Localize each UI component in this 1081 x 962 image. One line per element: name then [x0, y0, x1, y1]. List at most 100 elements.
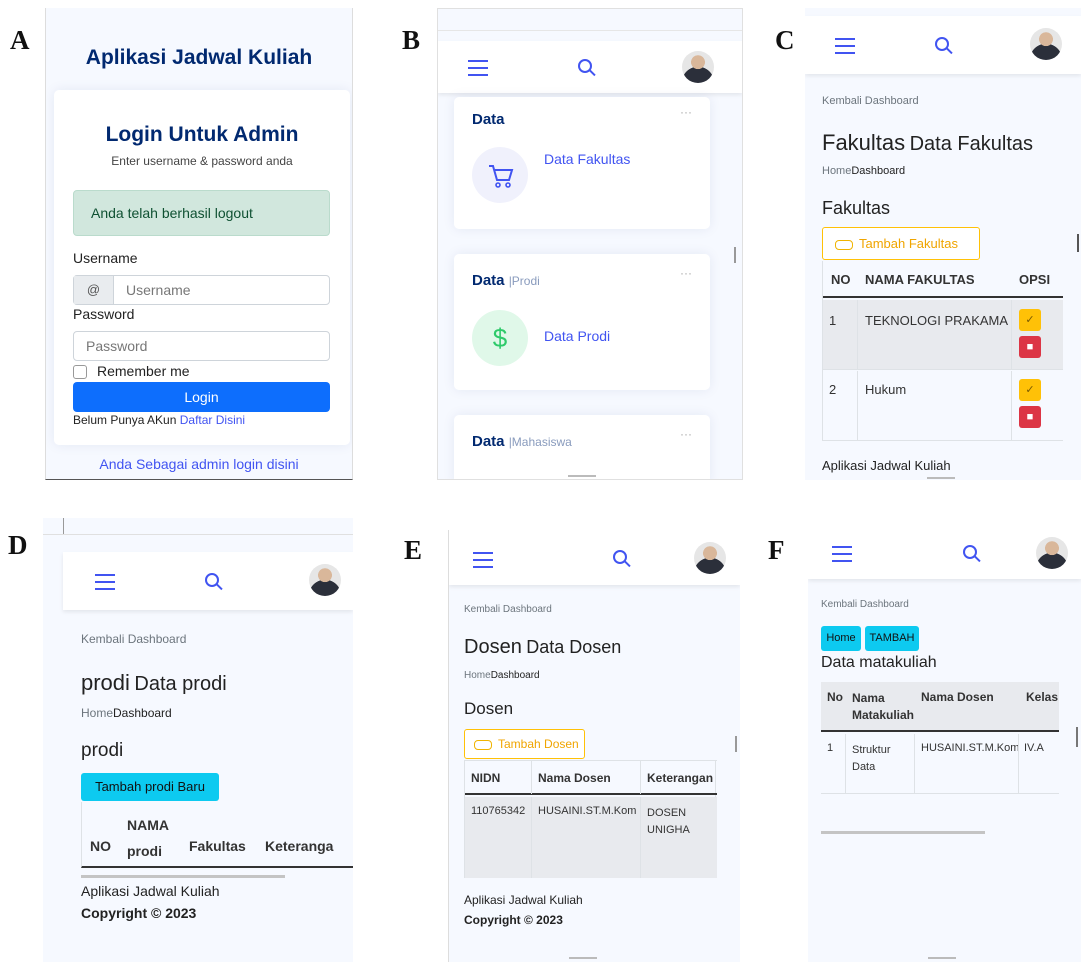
page-title-main: Dosen	[464, 636, 522, 658]
card-subtitle: |Prodi	[508, 274, 540, 288]
col-divider	[857, 300, 858, 370]
bottom-grip[interactable]	[927, 477, 955, 479]
hamburger-menu-icon[interactable]	[832, 546, 852, 562]
col-divider	[845, 734, 846, 794]
horizontal-scrollbar[interactable]	[821, 831, 985, 834]
col-nama-prodi: NAMA prodi	[127, 817, 169, 859]
add-fakultas-button[interactable]: Tambah Fakultas	[822, 227, 980, 260]
delete-icon[interactable]: ■	[1019, 336, 1041, 358]
hamburger-menu-icon[interactable]	[468, 60, 488, 76]
login-title: Login Untuk Admin	[105, 123, 299, 146]
data-prodi-link[interactable]: Data Prodi	[544, 328, 610, 344]
search-icon[interactable]	[613, 550, 627, 564]
cell-no: 2	[829, 382, 837, 397]
search-icon[interactable]	[935, 37, 949, 51]
card-title: Data	[472, 111, 505, 128]
section-title: Dosen	[464, 699, 514, 718]
horizontal-scrollbar[interactable]	[81, 875, 285, 878]
search-icon[interactable]	[963, 545, 977, 559]
crumb-dashboard[interactable]: Dashboard	[491, 670, 540, 681]
panel-label-e: E	[404, 535, 423, 565]
back-dashboard-link[interactable]: Kembali Dashboard	[464, 604, 552, 615]
crumb-home[interactable]: Home	[464, 670, 491, 681]
col-divider	[531, 797, 532, 878]
crumb-home[interactable]: Home	[822, 165, 851, 177]
admin-login-link[interactable]: Anda Sebagai admin login disini	[46, 456, 352, 472]
hamburger-menu-icon[interactable]	[835, 38, 855, 54]
table-header: No Nama Matakuliah Nama Dosen Kelas	[821, 682, 1059, 732]
bottom-grip[interactable]	[569, 957, 597, 959]
crumb-dashboard[interactable]: Dashboard	[113, 706, 172, 720]
footer-copyright: Copyright © 2023	[81, 905, 197, 921]
login-subtitle: Enter username & password anda	[111, 154, 293, 168]
resize-handle[interactable]	[735, 736, 737, 752]
footer-app-name: Aplikasi Jadwal Kuliah	[822, 458, 951, 473]
search-icon[interactable]	[578, 59, 592, 73]
crumb-dashboard[interactable]: Dashboard	[851, 165, 905, 177]
add-icon	[835, 239, 853, 250]
card-menu-icon[interactable]: ···	[680, 266, 692, 280]
page-title: Data matakuliah	[821, 654, 937, 671]
user-avatar[interactable]	[1036, 537, 1068, 569]
hamburger-menu-icon[interactable]	[95, 574, 115, 590]
back-dashboard-link[interactable]: Kembali Dashboard	[821, 599, 909, 610]
scroll-handle[interactable]	[1077, 234, 1079, 252]
password-input[interactable]: Password	[73, 331, 330, 361]
header-bar	[438, 41, 742, 93]
card-title: Data |Mahasiswa	[472, 433, 572, 450]
page-title-sub: Data Dosen	[526, 637, 622, 657]
col-divider	[857, 371, 858, 441]
bottom-grip[interactable]	[568, 475, 596, 477]
password-label: Password	[73, 306, 135, 322]
col-nama-fakultas: NAMA FAKULTAS	[865, 272, 975, 287]
footer-copyright: Copyright © 2023	[464, 913, 563, 927]
cell-nama-dosen: HUSAINI.ST.M.Kom	[538, 805, 637, 817]
panel-a-login-screen: Aplikasi Jadwal Kuliah Login Untuk Admin…	[45, 8, 353, 480]
crumb-home[interactable]: Home	[81, 706, 113, 720]
add-prodi-button[interactable]: Tambah prodi Baru	[81, 773, 219, 801]
dosen-table: NIDN Nama Dosen Keterangan 110765342 HUS…	[464, 760, 717, 878]
user-avatar[interactable]	[309, 564, 341, 596]
tambah-button[interactable]: TAMBAH	[865, 626, 919, 651]
col-nidn: NIDN	[471, 771, 501, 785]
at-addon: @	[74, 276, 114, 304]
data-fakultas-link[interactable]: Data Fakultas	[544, 151, 630, 167]
add-dosen-button[interactable]: Tambah Dosen	[464, 729, 585, 759]
delete-icon[interactable]: ■	[1019, 406, 1041, 428]
register-link[interactable]: Daftar Disini	[180, 413, 245, 427]
col-keterangan: Keterangan	[647, 771, 714, 785]
username-input[interactable]: Username	[126, 276, 191, 304]
panel-f-matakuliah: Kembali Dashboard Home TAMBAH Data matak…	[808, 527, 1081, 962]
scroll-handle[interactable]	[1076, 727, 1078, 747]
col-divider	[1011, 300, 1012, 370]
resize-handle[interactable]	[734, 247, 736, 263]
edit-icon[interactable]: ✓	[1019, 309, 1041, 331]
login-button[interactable]: Login	[73, 382, 330, 412]
col-nama-dosen: Nama Dosen	[538, 771, 611, 785]
bottom-grip[interactable]	[928, 957, 956, 959]
col-nama-dosen: Nama Dosen	[921, 690, 994, 704]
col-no: NO	[831, 272, 851, 287]
user-avatar[interactable]	[694, 542, 726, 574]
back-dashboard-link[interactable]: Kembali Dashboard	[822, 95, 919, 107]
fakultas-table: NO NAMA FAKULTAS OPSI 1 TEKNOLOGI PRAKAM…	[822, 261, 1063, 441]
add-icon	[474, 739, 492, 750]
page-title-sub: Data Fakultas	[909, 133, 1033, 155]
user-avatar[interactable]	[1030, 28, 1062, 60]
section-title: Fakultas	[822, 198, 891, 218]
col-nama-matakuliah: Nama Matakuliah	[852, 691, 915, 722]
home-button[interactable]: Home	[821, 626, 861, 651]
remember-checkbox[interactable]	[73, 365, 87, 379]
card-menu-icon[interactable]: ···	[680, 427, 692, 441]
card-menu-icon[interactable]: ···	[680, 105, 692, 119]
col-divider	[1018, 734, 1019, 794]
panel-label-b: B	[402, 25, 421, 55]
back-dashboard-link[interactable]: Kembali Dashboard	[81, 632, 186, 646]
prodi-table-header: NO NAMA prodi Fakultas Keteranga	[81, 802, 353, 868]
edit-icon[interactable]: ✓	[1019, 379, 1041, 401]
search-icon[interactable]	[205, 573, 219, 587]
cell-no: 1	[827, 742, 834, 754]
user-avatar[interactable]	[682, 51, 714, 83]
hamburger-menu-icon[interactable]	[473, 552, 493, 568]
col-fakultas: Fakultas	[189, 838, 246, 854]
